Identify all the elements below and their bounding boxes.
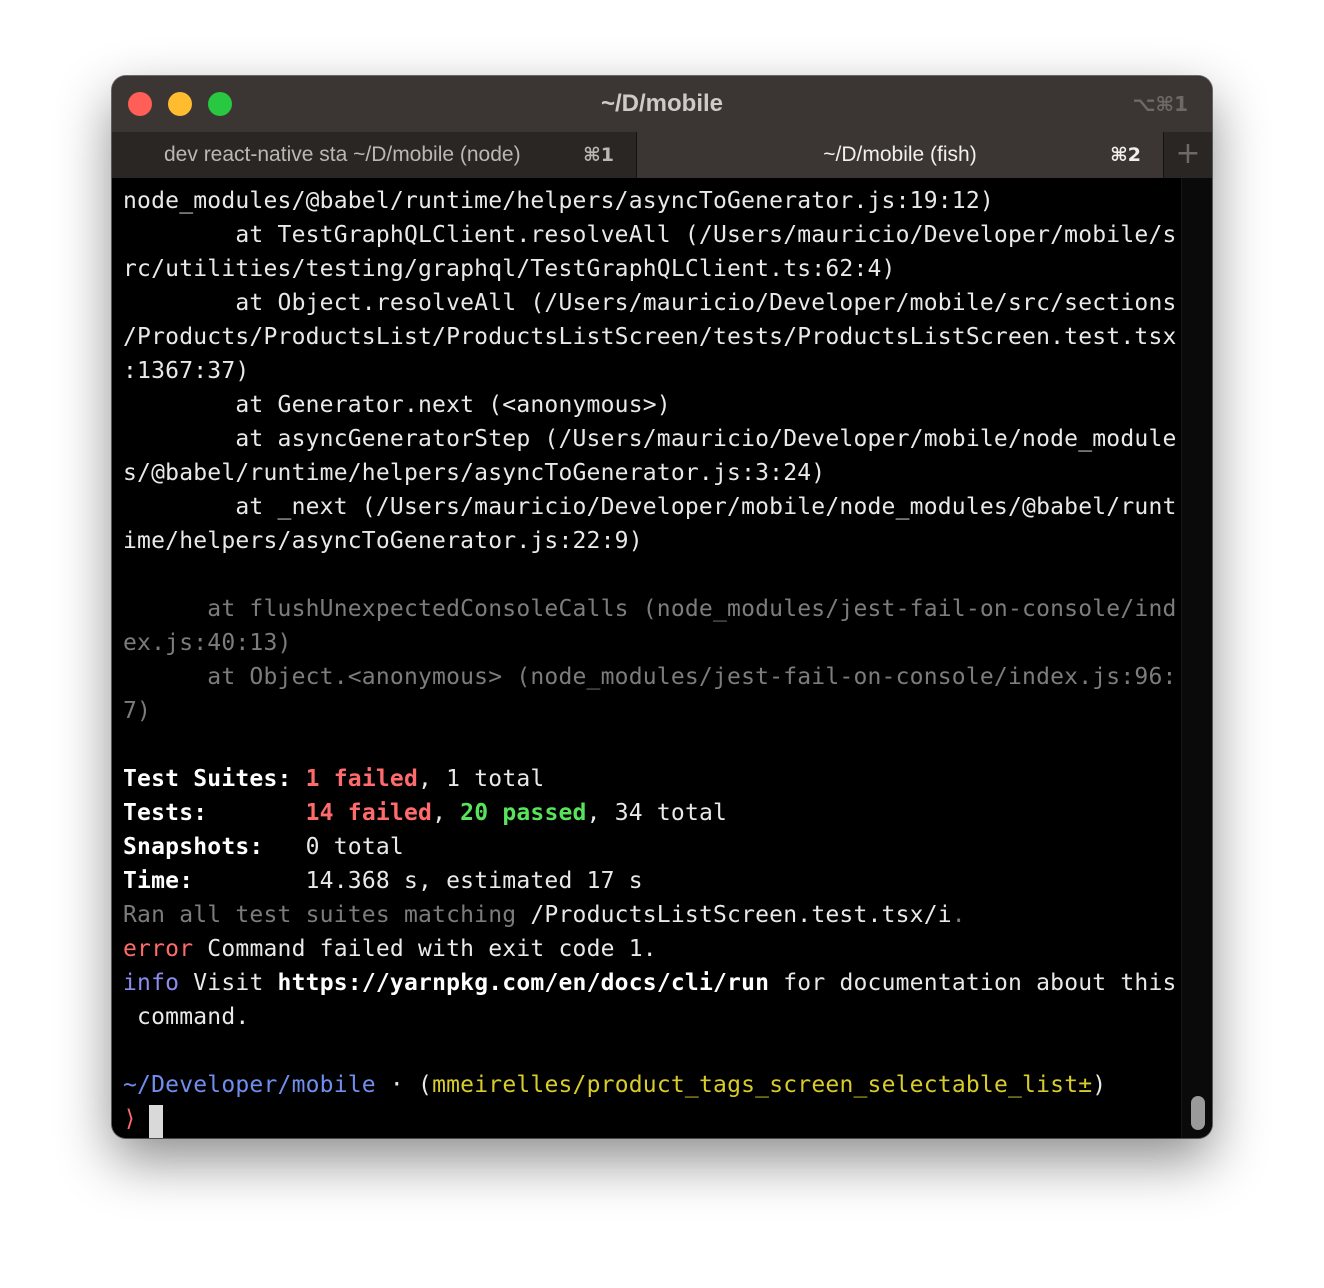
output-line: :1367:37) <box>123 358 250 384</box>
tab-label: ~/D/mobile (fish) <box>823 143 977 166</box>
output-line: at Generator.next (<anonymous>) <box>123 392 671 418</box>
failed-count: 1 failed <box>305 766 419 792</box>
text-cursor <box>149 1105 163 1138</box>
passed-count: 20 passed <box>460 800 587 826</box>
tab-fish[interactable]: ~/D/mobile (fish) ⌘2 <box>637 132 1164 178</box>
scrollbar-thumb[interactable] <box>1191 1096 1205 1130</box>
prompt-line: ~/Developer/mobile · (mmeirelles/product… <box>123 1068 1106 1102</box>
info-tag: info <box>123 970 180 996</box>
tab-shortcut: ⌘1 <box>583 144 614 166</box>
summary-label: Snapshots: <box>123 834 306 860</box>
summary-label: Test Suites: <box>123 766 306 792</box>
output-line: at TestGraphQLClient.resolveAll (/Users/… <box>123 222 1177 248</box>
console-trace-line: at Object.<anonymous> (node_modules/jest… <box>123 664 1177 690</box>
summary-label: Time: <box>123 868 306 894</box>
total-count: 0 total <box>305 834 404 860</box>
git-branch: mmeirelles/product_tags_screen_selectabl… <box>432 1072 1093 1098</box>
tab-bar: dev react-native sta ~/D/mobile (node) ⌘… <box>112 132 1212 178</box>
terminal-window: ~/D/mobile ⌥⌘1 dev react-native sta ~/D/… <box>112 76 1212 1138</box>
error-message: Command failed with exit code 1. <box>193 936 657 962</box>
separator: , <box>586 800 615 826</box>
window-shortcut: ⌥⌘1 <box>1132 92 1188 116</box>
console-trace-line: ex.js:40:13) <box>123 630 292 656</box>
ran-pattern: /ProductsListScreen.test.tsx/i <box>530 902 952 928</box>
ran-prefix: Ran all test suites matching <box>123 902 531 928</box>
time-value: 14.368 s, estimated 17 s <box>305 868 643 894</box>
branch-paren: ( <box>418 1072 433 1098</box>
console-trace-line: 7) <box>123 698 152 724</box>
prompt-symbol: ⟩ <box>123 1106 138 1132</box>
info-text: Visit <box>179 970 278 996</box>
output-line: ime/helpers/asyncToGenerator.js:22:9) <box>123 528 643 554</box>
window-title: ~/D/mobile <box>600 90 724 117</box>
tab-shortcut: ⌘2 <box>1110 144 1141 166</box>
total-count: 1 total <box>446 766 545 792</box>
summary-time: Time: 14.368 s, estimated 17 s <box>123 864 643 898</box>
prompt-separator: · <box>375 1072 419 1098</box>
new-tab-button[interactable]: + <box>1164 132 1212 178</box>
separator: , <box>432 800 461 826</box>
output-line: at asyncGeneratorStep (/Users/mauricio/D… <box>123 426 1177 452</box>
terminal-output[interactable]: node_modules/@babel/runtime/helpers/asyn… <box>112 178 1212 1138</box>
summary-suites: Test Suites: 1 failed, 1 total <box>123 762 544 796</box>
output-line: /Products/ProductsList/ProductsListScree… <box>123 324 1177 350</box>
output-line: at _next (/Users/mauricio/Developer/mobi… <box>123 494 1177 520</box>
info-line-cont: command. <box>123 1004 250 1030</box>
info-line: info Visit https://yarnpkg.com/en/docs/c… <box>123 966 1177 1000</box>
branch-paren: ) <box>1092 1072 1107 1098</box>
summary-ran: Ran all test suites matching /ProductsLi… <box>123 898 966 932</box>
tab-label: dev react-native sta ~/D/mobile (node) <box>164 143 521 166</box>
docs-link[interactable]: https://yarnpkg.com/en/docs/cli/run <box>278 970 770 996</box>
title-bar: ~/D/mobile ⌥⌘1 <box>112 76 1212 132</box>
separator: , <box>418 766 447 792</box>
output-line: s/@babel/runtime/helpers/asyncToGenerato… <box>123 460 826 486</box>
summary-label: Tests: <box>123 800 306 826</box>
error-tag: error <box>123 936 194 962</box>
info-text: for documentation about this <box>769 970 1177 996</box>
error-line: error Command failed with exit code 1. <box>123 932 657 966</box>
prompt-path: ~/Developer/mobile <box>123 1072 376 1098</box>
console-trace-line: at flushUnexpectedConsoleCalls (node_mod… <box>123 596 1177 622</box>
summary-snapshots: Snapshots: 0 total <box>123 830 404 864</box>
output-line: at Object.resolveAll (/Users/mauricio/De… <box>123 290 1177 316</box>
total-count: 34 total <box>614 800 728 826</box>
summary-tests: Tests: 14 failed, 20 passed, 34 total <box>123 796 727 830</box>
ran-suffix: . <box>951 902 966 928</box>
scrollbar[interactable] <box>1181 178 1212 1138</box>
output-line: node_modules/@babel/runtime/helpers/asyn… <box>123 188 994 214</box>
failed-count: 14 failed <box>305 800 433 826</box>
output-line: rc/utilities/testing/graphql/TestGraphQL… <box>123 256 896 282</box>
tab-node[interactable]: dev react-native sta ~/D/mobile (node) ⌘… <box>112 132 637 178</box>
